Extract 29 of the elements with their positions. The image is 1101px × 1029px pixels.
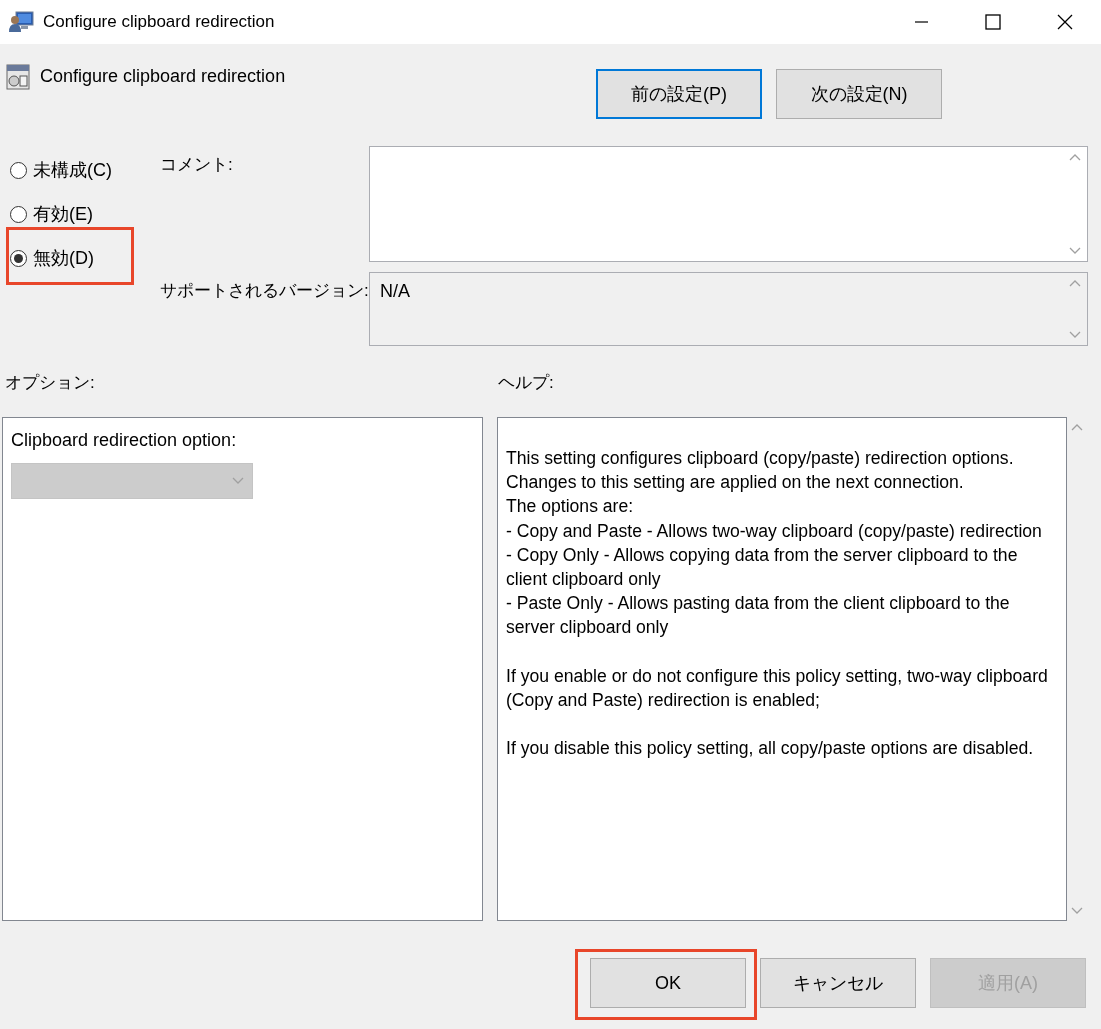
supported-version-label: サポートされるバージョン: <box>160 280 369 302</box>
scroll-up-icon[interactable] <box>1069 153 1081 161</box>
ok-button[interactable]: OK <box>590 958 746 1008</box>
help-label: ヘルプ: <box>498 372 554 394</box>
radio-button[interactable] <box>10 249 27 267</box>
policy-title: Configure clipboard redirection <box>40 66 286 87</box>
computer-user-icon <box>8 11 34 33</box>
supported-version-field: N/A <box>369 272 1088 346</box>
next-setting-button[interactable]: 次の設定(N) <box>776 69 942 119</box>
options-label: オプション: <box>4 372 96 394</box>
radio-label[interactable]: 未構成(C) <box>33 158 112 182</box>
scroll-down-icon[interactable] <box>1071 907 1083 915</box>
radio-button[interactable] <box>10 205 27 223</box>
radio-label[interactable]: 有効(E) <box>33 202 93 226</box>
cancel-button[interactable]: キャンセル <box>760 958 916 1008</box>
previous-setting-button[interactable]: 前の設定(P) <box>596 69 762 119</box>
radio-label[interactable]: 無効(D) <box>33 246 94 270</box>
policy-settings-icon <box>6 64 30 90</box>
scroll-down-icon[interactable] <box>1069 247 1081 255</box>
window-title: Configure clipboard redirection <box>43 12 276 32</box>
scroll-up-icon[interactable] <box>1071 423 1083 431</box>
scroll-up-icon[interactable] <box>1069 279 1081 287</box>
radio-button[interactable] <box>10 161 27 179</box>
comment-field[interactable] <box>369 146 1088 262</box>
comment-label: コメント: <box>160 154 233 176</box>
scroll-down-icon[interactable] <box>1069 331 1081 339</box>
help-text: This setting configures clipboard (copy/paste) redirection options. Changes to this setting are applied on the next connection. The options are: - Copy and Paste - Allows two-way clipboard (copy/paste) redirection - Copy Only - Allows copying data from the server clipboard to the client clipboard only - Paste Only - Allows pasting data from the client clipboard to the server clipboard only If you enable or do not configure this policy setting, two-way clipboard (Copy and Paste) redirection is enabled; If you disable this policy setting, all copy/paste options are disabled. <box>497 417 1067 921</box>
dropdown-label: Clipboard redirection option: <box>11 430 237 451</box>
chevron-down-icon <box>232 477 244 485</box>
